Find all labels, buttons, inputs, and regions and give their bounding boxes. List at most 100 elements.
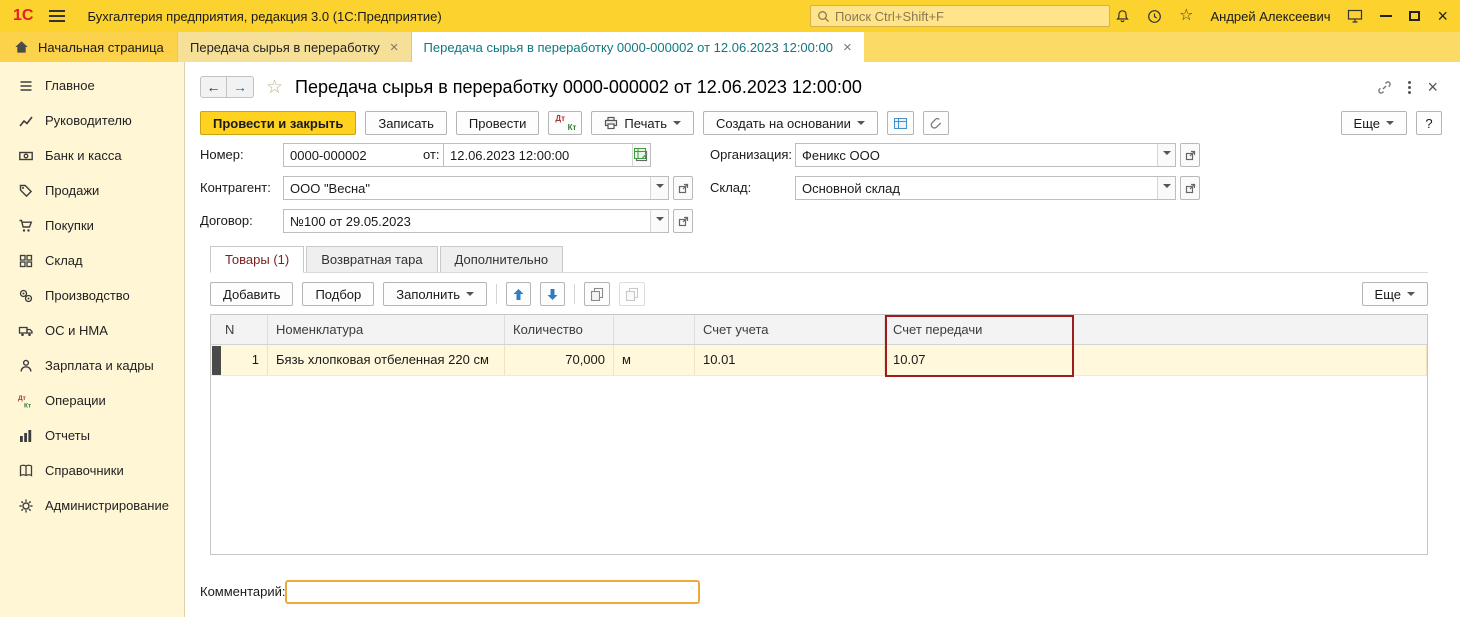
home-tab-label: Начальная страница [38, 39, 164, 55]
more-button[interactable]: Еще [1340, 111, 1407, 135]
move-row-down-button[interactable] [540, 282, 566, 306]
post-and-close-button[interactable]: Провести и закрыть [200, 111, 357, 135]
dropdown-icon[interactable] [1157, 144, 1175, 166]
display-settings-icon[interactable] [1347, 9, 1363, 24]
sidebar-item-warehouse[interactable]: Склад [0, 243, 184, 278]
help-button[interactable]: ? [1416, 111, 1442, 135]
organization-field [795, 143, 1200, 167]
cell-transfer-account[interactable]: 10.07 [885, 345, 1074, 375]
tab-label: Передача сырья в переработку [190, 39, 380, 55]
sidebar-item-manager[interactable]: Руководителю [0, 103, 184, 138]
dropdown-icon[interactable] [650, 210, 668, 232]
dropdown-icon[interactable] [1157, 177, 1175, 199]
open-item-icon[interactable] [1180, 143, 1200, 167]
open-item-icon[interactable] [673, 176, 693, 200]
column-header-unit[interactable] [614, 315, 695, 344]
contract-input[interactable] [284, 213, 650, 229]
copy-row-button[interactable] [584, 282, 611, 306]
open-item-icon[interactable] [1180, 176, 1200, 200]
notifications-icon[interactable] [1115, 9, 1130, 24]
sidebar-item-operations[interactable]: Дт Кт Операции [0, 383, 184, 418]
cart-icon [18, 218, 34, 234]
column-header-transfer-account[interactable]: Счет передачи [885, 315, 1074, 344]
banknote-icon [18, 148, 34, 164]
show-postings-button[interactable]: Дт Кт [548, 111, 583, 135]
move-row-up-button[interactable] [506, 282, 532, 306]
cell-quantity[interactable]: 70,000 [505, 345, 614, 375]
user-menu[interactable]: Андрей Алексеевич [1210, 9, 1330, 24]
app-title: Бухгалтерия предприятия, редакция 3.0 (1… [87, 8, 442, 24]
button-label: Добавить [223, 286, 281, 302]
tab-label: Товары (1) [225, 252, 290, 267]
sidebar-item-label: Операции [45, 393, 106, 408]
add-row-button[interactable]: Добавить [210, 282, 294, 306]
sidebar-item-salary-hr[interactable]: Зарплата и кадры [0, 348, 184, 383]
post-button[interactable]: Провести [455, 111, 540, 135]
nav-forward-button[interactable]: → [227, 76, 254, 98]
organization-input[interactable] [796, 147, 1157, 163]
minimize-button[interactable] [1380, 15, 1393, 17]
document-title: Передача сырья в переработку 0000-000002… [295, 76, 862, 97]
gear-icon [18, 498, 34, 514]
table-edit-icon[interactable] [633, 146, 648, 161]
maximize-button[interactable] [1409, 11, 1421, 21]
tab-close-icon[interactable]: × [843, 40, 852, 55]
warehouse-input[interactable] [796, 180, 1157, 196]
fill-button[interactable]: Заполнить [383, 282, 488, 306]
tab-additional[interactable]: Дополнительно [439, 246, 564, 272]
sidebar-item-sales[interactable]: Продажи [0, 173, 184, 208]
table-row[interactable]: 1 Бязь хлопковая отбеленная 220 см 70,00… [211, 345, 1427, 376]
pick-button[interactable]: Подбор [302, 282, 375, 306]
tab-document-list[interactable]: Передача сырья в переработку × [178, 32, 412, 62]
sidebar-item-bank-cash[interactable]: Банк и касса [0, 138, 184, 173]
chevron-down-icon [1407, 292, 1415, 300]
cell-account[interactable]: 10.01 [695, 345, 885, 375]
column-header-account[interactable]: Счет учета [695, 315, 885, 344]
tab-goods[interactable]: Товары (1) [210, 246, 305, 273]
1c-logo-icon: 1С [13, 7, 34, 24]
save-button[interactable]: Записать [365, 111, 447, 135]
main-menu-icon[interactable] [49, 7, 66, 25]
arrow-down-icon [546, 288, 559, 301]
history-icon[interactable] [1147, 9, 1162, 24]
close-window-button[interactable]: × [1437, 7, 1448, 25]
chevron-down-icon [856, 121, 865, 129]
sidebar-item-purchases[interactable]: Покупки [0, 208, 184, 243]
column-header-nomenclature[interactable]: Номенклатура [268, 315, 505, 344]
cell-unit[interactable]: м [614, 345, 695, 375]
paste-row-button[interactable] [619, 282, 646, 306]
favorites-icon[interactable]: ☆ [1179, 8, 1193, 24]
print-button[interactable]: Печать [591, 111, 695, 135]
comment-input[interactable] [285, 580, 700, 604]
attachments-button[interactable] [922, 111, 949, 135]
sidebar-item-administration[interactable]: Администрирование [0, 488, 184, 523]
chevron-down-icon [466, 292, 475, 300]
link-icon[interactable] [1377, 80, 1392, 95]
global-search[interactable] [810, 5, 1110, 27]
movements-report-button[interactable] [886, 111, 914, 135]
date-input[interactable] [444, 147, 632, 163]
tab-document-active[interactable]: Передача сырья в переработку 0000-000002… [411, 32, 864, 62]
more-menu-icon[interactable] [1408, 79, 1412, 96]
sidebar-item-reports[interactable]: Отчеты [0, 418, 184, 453]
counterparty-input[interactable] [284, 180, 650, 196]
nav-back-button[interactable]: ← [200, 76, 227, 98]
sidebar-item-references[interactable]: Справочники [0, 453, 184, 488]
favorite-star-icon[interactable]: ☆ [266, 76, 283, 99]
column-header-quantity[interactable]: Количество [505, 315, 614, 344]
tab-home[interactable]: Начальная страница [0, 32, 178, 62]
column-header-n[interactable]: N [211, 315, 268, 344]
tab-returnable-packaging[interactable]: Возвратная тара [306, 246, 438, 272]
grid-more-button[interactable]: Еще [1361, 282, 1428, 306]
create-on-base-button[interactable]: Создать на основании [703, 111, 878, 135]
sidebar-item-production[interactable]: Производство [0, 278, 184, 313]
cell-nomenclature[interactable]: Бязь хлопковая отбеленная 220 см [268, 345, 505, 375]
sidebar-item-main[interactable]: Главное [0, 68, 184, 103]
dropdown-icon[interactable] [650, 177, 668, 199]
sidebar-item-label: Руководителю [45, 113, 132, 128]
open-item-icon[interactable] [673, 209, 693, 233]
sidebar-item-fixed-assets[interactable]: ОС и НМА [0, 313, 184, 348]
close-form-icon[interactable]: × [1427, 78, 1438, 96]
search-input[interactable] [835, 8, 1103, 24]
tab-close-icon[interactable]: × [390, 40, 399, 55]
